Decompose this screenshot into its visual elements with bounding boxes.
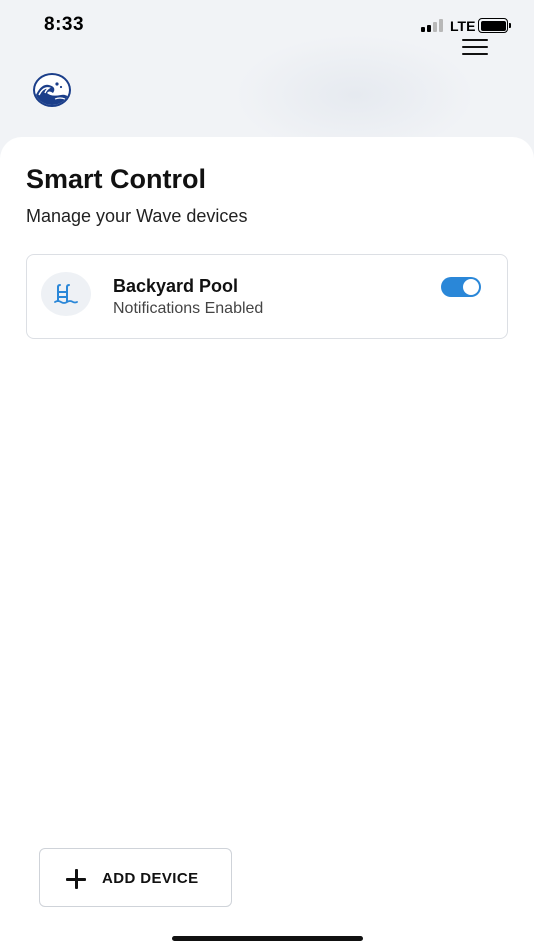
- battery-icon: [478, 18, 511, 33]
- hamburger-menu-icon[interactable]: [462, 39, 490, 57]
- signal-strength-icon: [421, 19, 445, 32]
- status-bar: 8:33 LTE: [0, 0, 534, 50]
- device-name: Backyard Pool: [113, 276, 239, 296]
- toggle-knob: [463, 279, 479, 295]
- add-device-button[interactable]: ADD DEVICE: [39, 848, 232, 907]
- network-type: LTE: [450, 18, 476, 34]
- status-time: 8:33: [44, 14, 85, 35]
- notifications-toggle[interactable]: [441, 277, 481, 297]
- page-title: Smart Control: [26, 164, 207, 194]
- main-card: Smart Control Manage your Wave devices B…: [0, 137, 534, 950]
- device-status: Notifications Enabled: [113, 300, 264, 317]
- pool-ladder-icon: [41, 272, 91, 316]
- page-subtitle: Manage your Wave devices: [26, 206, 248, 226]
- wave-logo-icon[interactable]: [33, 73, 71, 107]
- plus-icon: [66, 869, 86, 889]
- add-device-label: ADD DEVICE: [102, 870, 199, 887]
- device-card-backyard-pool[interactable]: Backyard Pool Notifications Enabled: [26, 254, 508, 339]
- home-indicator: [172, 936, 363, 941]
